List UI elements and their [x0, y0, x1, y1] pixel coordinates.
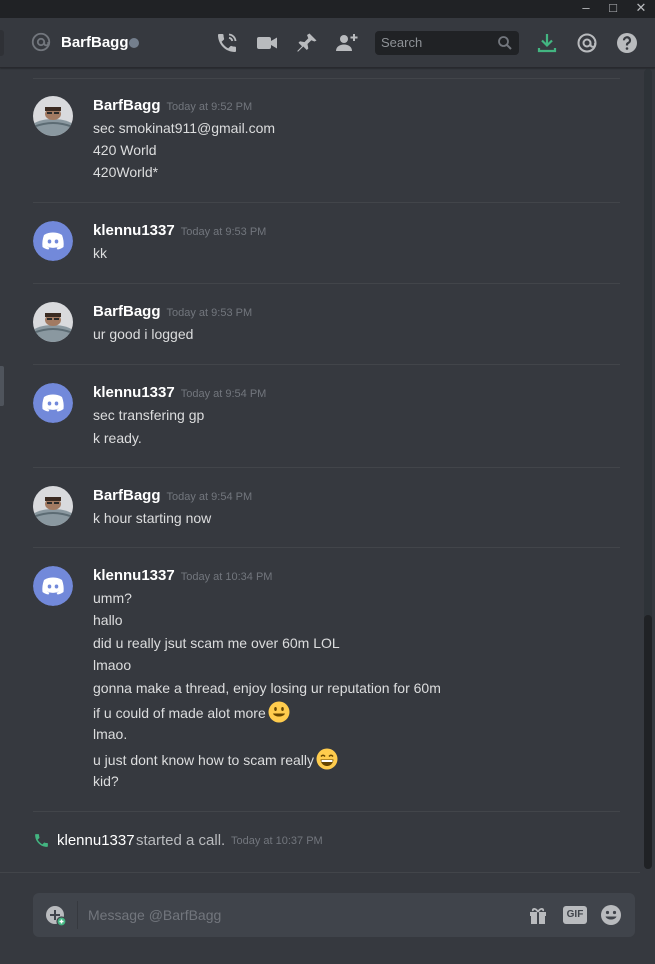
message-line: sec smokinat911@gmail.com	[93, 120, 276, 136]
window-titlebar: – □ ✕	[0, 0, 655, 18]
scrollbar-thumb[interactable]	[644, 615, 652, 869]
message-timestamp: Today at 9:54 PM	[180, 388, 267, 400]
message-line: gonna make a thread, enjoy losing ur rep…	[93, 680, 441, 696]
message-line: lmao.	[93, 726, 128, 742]
photo-avatar[interactable]	[33, 486, 73, 526]
message-line: k ready.	[93, 430, 142, 446]
photo-avatar[interactable]	[33, 302, 73, 342]
message-line: 420World*	[93, 164, 159, 180]
message-divider	[33, 283, 620, 284]
pinned-messages-icon[interactable]	[295, 31, 319, 55]
search-icon	[498, 36, 512, 50]
discord-default-avatar[interactable]	[33, 221, 73, 261]
message-line: if u could of made alot more	[93, 701, 290, 723]
message-composer[interactable]: Message @BarfBagg GIF	[33, 893, 635, 937]
message-divider	[33, 811, 620, 812]
message-line: sec transfering gp	[93, 407, 205, 423]
message-divider	[33, 364, 620, 365]
status-indicator	[129, 38, 139, 48]
message-author[interactable]: klennu1337 Today at 9:54 PM	[93, 384, 266, 401]
message-author[interactable]: BarfBagg Today at 9:54 PM	[93, 487, 252, 504]
message-input[interactable]: Message @BarfBagg	[88, 907, 221, 923]
message-line: k hour starting now	[93, 510, 212, 526]
grinning-emoji[interactable]	[316, 748, 338, 770]
message-timestamp: Today at 10:34 PM	[180, 571, 273, 583]
message-line: did u really jsut scam me over 60m LOL	[93, 635, 340, 651]
message-timestamp: Today at 9:54 PM	[166, 491, 253, 503]
dm-recipient-name[interactable]: BarfBagg	[61, 34, 129, 51]
gif-icon[interactable]: GIF	[563, 906, 587, 924]
minimize-button[interactable]: –	[572, 0, 600, 18]
call-starter-name[interactable]: klennu1337	[57, 832, 135, 849]
message-timestamp: Today at 9:53 PM	[180, 226, 267, 238]
call-started-text: started a call.	[136, 832, 226, 849]
message-line: u just dont know how to scam really	[93, 748, 338, 770]
message-divider	[33, 202, 620, 203]
message-timestamp: Today at 9:53 PM	[166, 307, 253, 319]
message-divider	[33, 467, 620, 468]
channel-header: BarfBagg Search	[0, 18, 655, 68]
message-author[interactable]: BarfBagg Today at 9:52 PM	[93, 97, 252, 114]
message-divider	[33, 547, 620, 548]
add-friend-icon[interactable]	[335, 31, 359, 55]
gift-icon[interactable]	[527, 904, 549, 926]
discord-default-avatar[interactable]	[33, 566, 73, 606]
message-line: lmaoo	[93, 657, 132, 673]
phone-call-icon	[35, 834, 48, 847]
message-line: kk	[93, 245, 107, 261]
at-sign-icon	[31, 32, 51, 52]
message-divider	[33, 78, 620, 79]
close-window-button[interactable]: ✕	[627, 0, 655, 18]
guild-sidebar-handle	[0, 366, 4, 406]
discord-default-avatar[interactable]	[33, 383, 73, 423]
download-icon[interactable]	[535, 31, 559, 55]
message-line: umm?	[93, 590, 132, 606]
upload-icon[interactable]	[45, 905, 67, 927]
message-author[interactable]: klennu1337 Today at 10:34 PM	[93, 567, 272, 584]
composer-divider	[0, 872, 640, 873]
message-author[interactable]: klennu1337 Today at 9:53 PM	[93, 222, 266, 239]
message-line: hallo	[93, 612, 123, 628]
emoji-picker-icon[interactable]	[600, 904, 622, 926]
photo-avatar[interactable]	[33, 96, 73, 136]
smiley-emoji[interactable]	[268, 701, 290, 723]
message-line: ur good i logged	[93, 326, 194, 342]
message-line: kid?	[93, 773, 119, 789]
search-input[interactable]: Search	[381, 35, 422, 50]
voice-call-icon[interactable]	[215, 31, 239, 55]
message-timestamp: Today at 9:52 PM	[166, 101, 253, 113]
video-call-icon[interactable]	[255, 31, 279, 55]
call-timestamp: Today at 10:37 PM	[231, 835, 323, 847]
help-icon[interactable]	[615, 31, 639, 55]
message-line: 420 World	[93, 142, 157, 158]
server-list-edge	[0, 30, 4, 56]
message-author[interactable]: BarfBagg Today at 9:53 PM	[93, 303, 252, 320]
composer-separator	[77, 901, 78, 929]
call-system-message: klennu1337 started a call. Today at 10:3…	[33, 831, 633, 851]
maximize-button[interactable]: □	[599, 0, 627, 18]
search-box[interactable]: Search	[375, 31, 519, 55]
mentions-icon[interactable]	[575, 31, 599, 55]
